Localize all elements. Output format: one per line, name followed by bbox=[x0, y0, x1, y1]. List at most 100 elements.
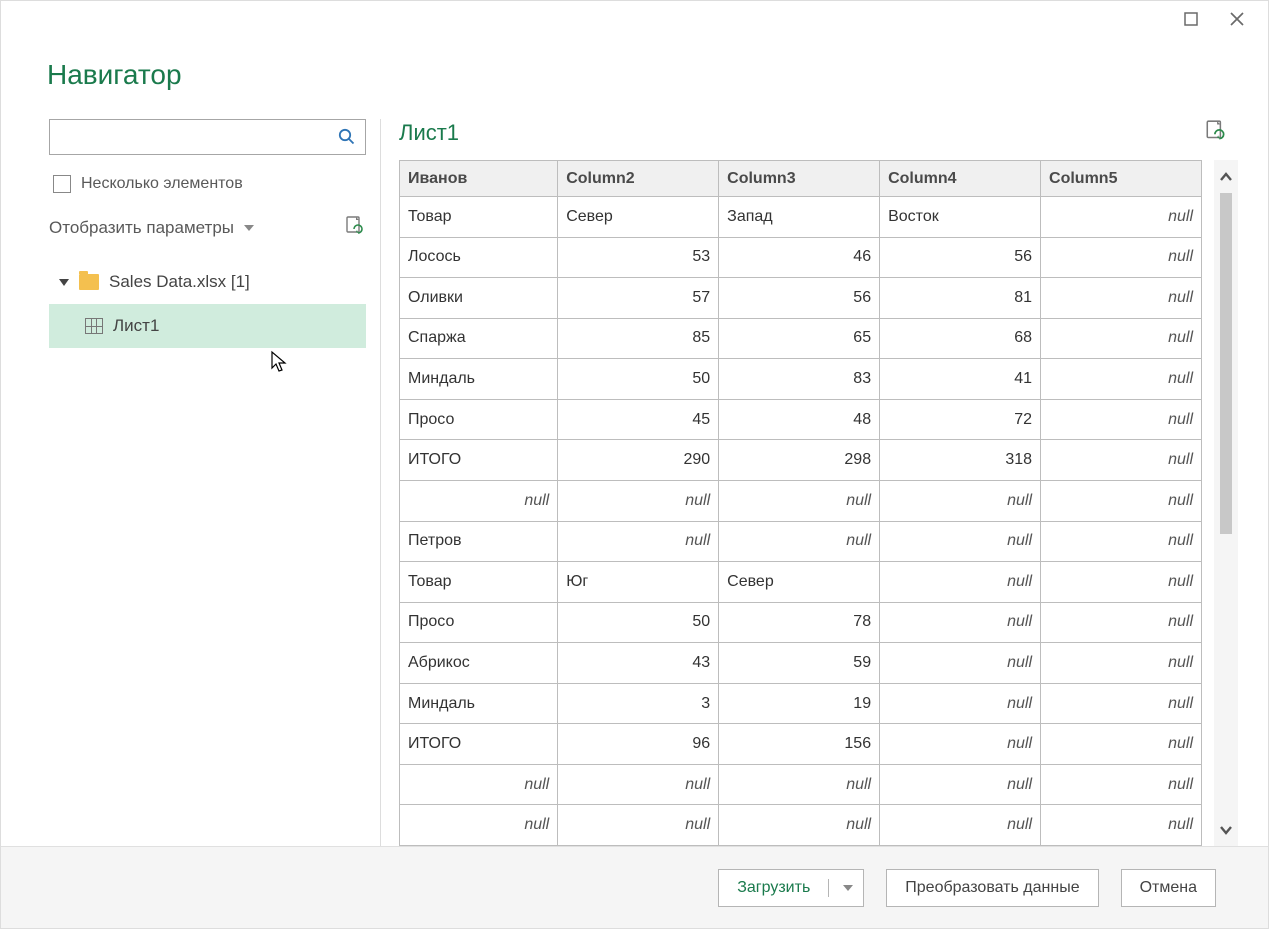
table-cell: null bbox=[1041, 318, 1202, 359]
page-title: Навигатор bbox=[47, 59, 1238, 91]
table-cell: null bbox=[1041, 480, 1202, 521]
load-dropdown-arrow[interactable] bbox=[829, 885, 863, 891]
table-cell: Миндаль bbox=[400, 359, 558, 400]
table-cell: Оливки bbox=[400, 278, 558, 319]
display-options-dropdown[interactable]: Отобразить параметры bbox=[49, 218, 254, 238]
table-cell: null bbox=[880, 521, 1041, 562]
refresh-icon[interactable] bbox=[344, 215, 366, 240]
table-cell: 48 bbox=[719, 399, 880, 440]
table-row: ИТОГО290298318null bbox=[400, 440, 1202, 481]
table-cell: 50 bbox=[558, 359, 719, 400]
table-cell: 45 bbox=[558, 399, 719, 440]
tree-sheet-node[interactable]: Лист1 bbox=[49, 304, 366, 348]
table-cell: null bbox=[400, 805, 558, 846]
table-cell: Абрикос bbox=[400, 643, 558, 684]
table-cell: null bbox=[719, 480, 880, 521]
table-row: nullnullnullnullnull bbox=[400, 805, 1202, 846]
column-header[interactable]: Иванов bbox=[400, 161, 558, 197]
table-cell: 298 bbox=[719, 440, 880, 481]
expand-icon[interactable] bbox=[59, 279, 69, 286]
tree-file-label: Sales Data.xlsx [1] bbox=[109, 272, 250, 292]
table-cell: null bbox=[1041, 602, 1202, 643]
table-cell: null bbox=[400, 764, 558, 805]
folder-icon bbox=[79, 274, 99, 290]
close-button[interactable] bbox=[1228, 10, 1246, 28]
table-cell: Юг bbox=[558, 562, 719, 603]
tree-file-node[interactable]: Sales Data.xlsx [1] bbox=[49, 260, 366, 304]
table-cell: null bbox=[880, 643, 1041, 684]
table-cell: null bbox=[719, 805, 880, 846]
table-cell: Восток bbox=[880, 197, 1041, 238]
table-row: ИТОГО96156nullnull bbox=[400, 724, 1202, 765]
column-header[interactable]: Column5 bbox=[1041, 161, 1202, 197]
table-cell: null bbox=[1041, 643, 1202, 684]
table-cell: 56 bbox=[880, 237, 1041, 278]
chevron-down-icon bbox=[244, 225, 254, 231]
table-cell: null bbox=[558, 764, 719, 805]
preview-panel: Лист1 ИвановColumn2Column3Column4Column5 bbox=[399, 119, 1238, 846]
load-button-label[interactable]: Загрузить bbox=[719, 879, 829, 897]
transform-button[interactable]: Преобразовать данные bbox=[886, 869, 1098, 907]
column-header[interactable]: Column2 bbox=[558, 161, 719, 197]
table-cell: 57 bbox=[558, 278, 719, 319]
table-cell: 85 bbox=[558, 318, 719, 359]
table-cell: 46 bbox=[719, 237, 880, 278]
table-cell: null bbox=[719, 764, 880, 805]
table-cell: 156 bbox=[719, 724, 880, 765]
cancel-button[interactable]: Отмена bbox=[1121, 869, 1216, 907]
table-cell: 81 bbox=[880, 278, 1041, 319]
table-cell: null bbox=[1041, 278, 1202, 319]
multi-select-checkbox[interactable]: Несколько элементов bbox=[53, 175, 366, 193]
table-cell: 72 bbox=[880, 399, 1041, 440]
load-split-button[interactable]: Загрузить bbox=[718, 869, 864, 907]
table-cell: null bbox=[880, 602, 1041, 643]
vertical-scrollbar[interactable] bbox=[1214, 160, 1238, 846]
table-cell: Спаржа bbox=[400, 318, 558, 359]
table-cell: Товар bbox=[400, 197, 558, 238]
table-cell: 3 bbox=[558, 683, 719, 724]
refresh-preview-icon[interactable] bbox=[1204, 119, 1228, 146]
table-cell: 318 bbox=[880, 440, 1041, 481]
table-cell: Петров bbox=[400, 521, 558, 562]
checkbox-box[interactable] bbox=[53, 175, 71, 193]
table-cell: null bbox=[719, 521, 880, 562]
table-row: Просо454872null bbox=[400, 399, 1202, 440]
search-input[interactable] bbox=[60, 129, 337, 146]
table-cell: null bbox=[1041, 724, 1202, 765]
table-cell: 68 bbox=[880, 318, 1041, 359]
table-cell: 50 bbox=[558, 602, 719, 643]
table-cell: Север bbox=[558, 197, 719, 238]
table-cell: Миндаль bbox=[400, 683, 558, 724]
table-cell: null bbox=[558, 480, 719, 521]
search-input-container[interactable] bbox=[49, 119, 366, 155]
table-cell: 43 bbox=[558, 643, 719, 684]
search-icon[interactable] bbox=[337, 127, 355, 148]
multi-select-label: Несколько элементов bbox=[81, 175, 243, 193]
preview-title: Лист1 bbox=[399, 120, 459, 146]
maximize-button[interactable] bbox=[1182, 10, 1200, 28]
table-cell: null bbox=[1041, 359, 1202, 400]
table-cell: null bbox=[880, 480, 1041, 521]
table-cell: Север bbox=[719, 562, 880, 603]
table-cell: Товар bbox=[400, 562, 558, 603]
table-cell: Просо bbox=[400, 602, 558, 643]
scroll-up-arrow[interactable] bbox=[1219, 166, 1233, 187]
table-cell: ИТОГО bbox=[400, 440, 558, 481]
column-header[interactable]: Column4 bbox=[880, 161, 1041, 197]
table-cell: 78 bbox=[719, 602, 880, 643]
table-cell: null bbox=[1041, 521, 1202, 562]
preview-table: ИвановColumn2Column3Column4Column5 Товар… bbox=[399, 160, 1202, 846]
scroll-down-arrow[interactable] bbox=[1219, 819, 1233, 840]
table-cell: 41 bbox=[880, 359, 1041, 400]
column-header[interactable]: Column3 bbox=[719, 161, 880, 197]
scrollbar-track[interactable] bbox=[1214, 193, 1238, 813]
table-cell: null bbox=[1041, 805, 1202, 846]
table-cell: null bbox=[880, 764, 1041, 805]
table-cell: null bbox=[1041, 562, 1202, 603]
scrollbar-thumb[interactable] bbox=[1220, 193, 1232, 534]
table-row: Петровnullnullnullnull bbox=[400, 521, 1202, 562]
table-cell: 19 bbox=[719, 683, 880, 724]
table-row: Просо5078nullnull bbox=[400, 602, 1202, 643]
table-cell: null bbox=[880, 805, 1041, 846]
table-row: Абрикос4359nullnull bbox=[400, 643, 1202, 684]
